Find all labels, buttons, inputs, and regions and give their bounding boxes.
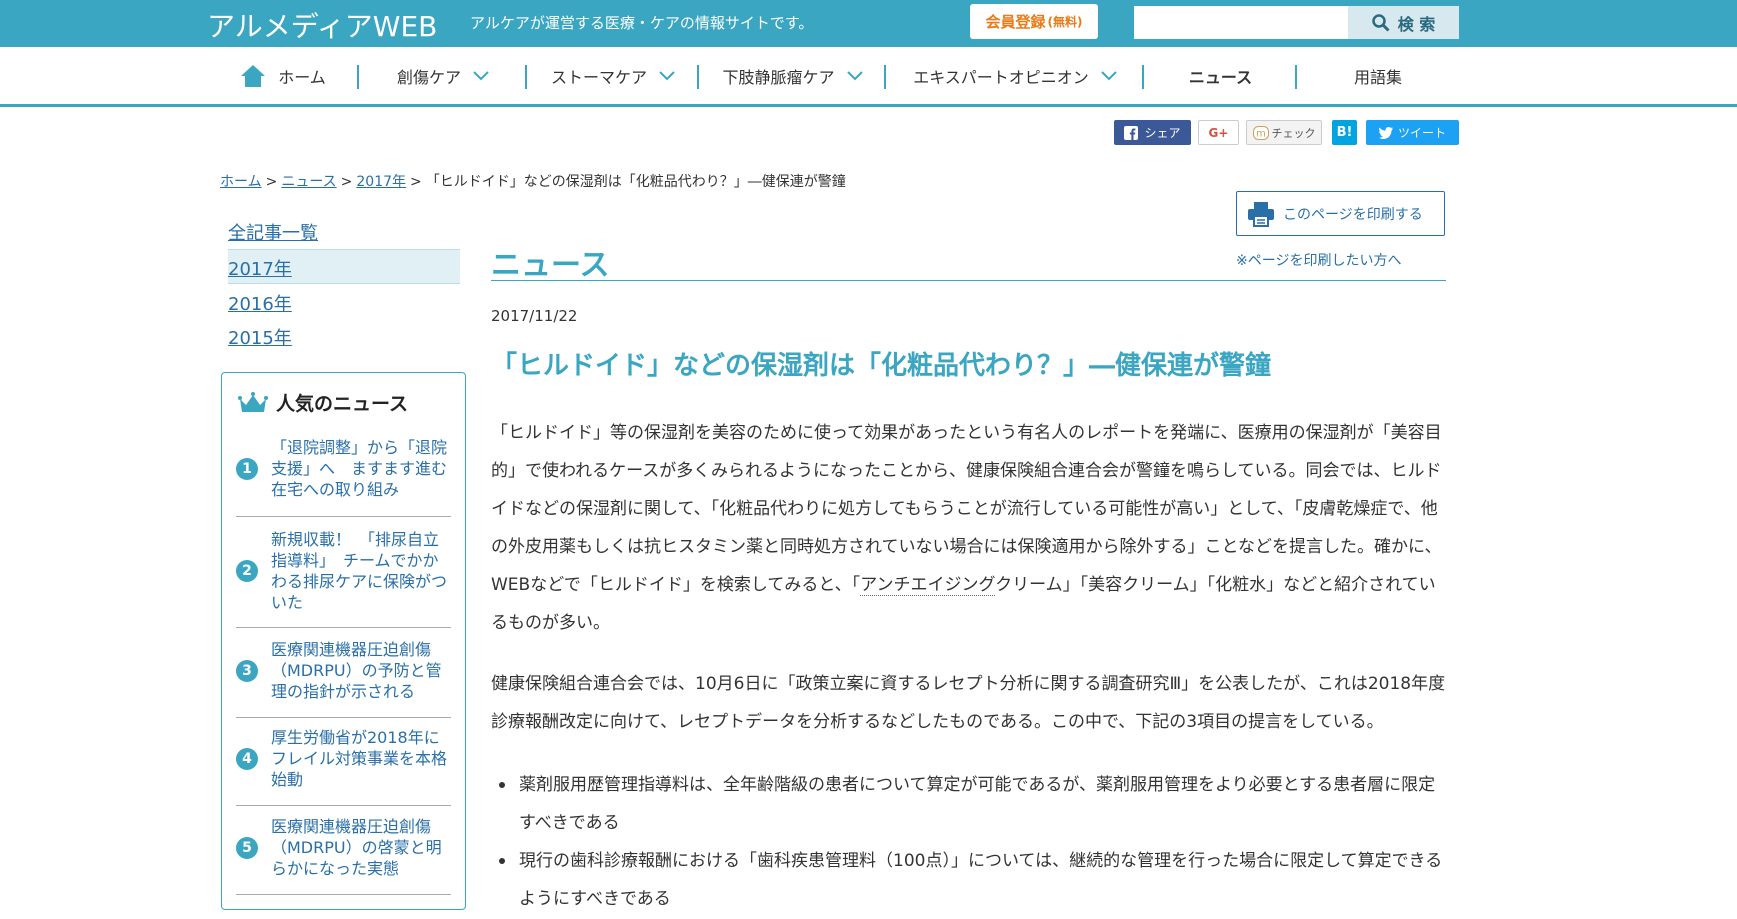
print-help-link[interactable]: ※ページを印刷したい方へ [1236,250,1401,270]
popular-item-text: 「退院調整」から「退院支援」へ ますます進む在宅への取り組み [271,438,448,499]
popular-news-title: 人気のニュース [238,389,408,416]
breadcrumb-current: 「ヒルドイド」などの保湿剤は「化粧品代わり？」―健保連が警鐘 [425,174,846,190]
search-button[interactable]: 検 索 [1348,6,1459,39]
nav-glossary-label: 用語集 [1353,67,1402,87]
breadcrumb-home[interactable]: ホーム [220,174,262,190]
article-paragraph-2: 健康保険組合連合会では、10月6日に「政策立案に資するレセプト分析に関する調査研… [491,674,1446,732]
glossary-link-anti-aging[interactable]: アンチエイジング [860,575,996,596]
facebook-share-label: シェア [1144,126,1181,140]
article-paragraph-1: 「ヒルドイド」等の保湿剤を美容のために使って効果があったという有名人のレポートを… [491,414,1446,642]
nav-expert-opinion[interactable]: エキスパートオピニオン [886,47,1144,104]
popular-item-3[interactable]: 3 医療関連機器圧迫創傷（MDRPU）の予防と管理の指針が示される [236,639,451,702]
nav-home[interactable]: ホーム [207,47,359,104]
chevron-down-icon [659,70,675,80]
breadcrumb-year[interactable]: 2017年 [356,174,406,190]
list-item: 現行の歯科診療報酬における「歯科疾患管理料（100点）」については、継続的な管理… [491,842,1446,918]
nav-wound-care[interactable]: 創傷ケア [359,47,527,104]
mixi-check-label: チェック [1271,126,1316,140]
chevron-down-icon [1101,70,1117,80]
popular-item-2[interactable]: 2 新規収載！ 「排尿自立指導料」 チームでかかわる排尿ケアに保険がついた [236,529,451,613]
rank-badge: 1 [236,457,258,480]
sidebar-link-all-articles[interactable]: 全記事一覧 [228,219,318,245]
nav-home-label: ホーム [278,67,326,87]
nav-stoma-care[interactable]: ストーマケア [527,47,699,104]
site-tagline: アルケアが運営する医療・ケアの情報サイトです。 [470,14,814,32]
sidebar-link-2017[interactable]: 2017年 [228,255,292,281]
search-button-label: 検 索 [1397,14,1436,34]
popular-item-text: 医療関連機器圧迫創傷（MDRPU）の啓蒙と明らかになった実態 [271,817,442,878]
breadcrumb: ホーム > ニュース >2017年 > 「ヒルドイド」などの保湿剤は「化粧品代わり？」―健… [220,174,846,190]
popular-item-5[interactable]: 5 医療関連機器圧迫創傷（MDRPU）の啓蒙と明らかになった実態 [236,816,451,879]
crown-icon [238,391,268,412]
nav-news[interactable]: ニュース [1144,47,1297,104]
article-title: 「ヒルドイド」などの保湿剤は「化粧品代わり？」―健保連が警鐘 [491,351,1272,381]
popular-item-text: 厚生労働省が2018年にフレイル対策事業を本格始動 [271,728,448,789]
nav-glossary[interactable]: 用語集 [1297,47,1459,104]
breadcrumb-news[interactable]: ニュース [281,174,336,190]
twitter-icon [1378,126,1393,139]
printer-icon [1248,201,1274,227]
register-note: (無料) [1047,15,1083,29]
mixi-icon: m [1252,125,1269,140]
twitter-tweet-label: ツイート [1397,126,1446,140]
top-bar: アルメディアWEB アルケアが運営する医療・ケアの情報サイトです。 会員登録 (無… [0,0,1737,47]
google-plus-label: G+ [1208,125,1229,140]
article-date: 2017/11/22 [491,307,578,325]
rank-badge: 3 [236,659,258,682]
search-icon [1371,13,1390,32]
popular-item-1[interactable]: 1 「退院調整」から「退院支援」へ ますます進む在宅への取り組み [236,437,451,500]
nav-wound-care-label: 創傷ケア [396,67,461,87]
register-button[interactable]: 会員登録 (無料) [970,4,1098,39]
facebook-icon [1124,125,1139,140]
rank-badge: 5 [236,836,258,859]
twitter-tweet-button[interactable]: ツイート [1366,120,1459,145]
chevron-down-icon [846,70,863,80]
popular-news-box: 人気のニュース 1 「退院調整」から「退院支援」へ ますます進む在宅への取り組み… [221,372,466,910]
popular-news-heading: 人気のニュース [276,393,409,415]
popular-item-4[interactable]: 4 厚生労働省が2018年にフレイル対策事業を本格始動 [236,727,451,790]
mixi-check-button[interactable]: m チェック [1246,120,1322,145]
chevron-down-icon [473,70,489,80]
search-input[interactable] [1134,6,1348,39]
google-plus-button[interactable]: G+ [1198,120,1239,145]
nav-varicose-care[interactable]: 下肢静脈瘤ケア [699,47,886,104]
sidebar-link-2015[interactable]: 2015年 [228,324,292,350]
rank-badge: 4 [236,747,258,770]
hatena-bookmark-button[interactable]: B! [1332,120,1357,145]
print-page-button[interactable]: このページを印刷する [1236,191,1445,236]
nav-stoma-care-label: ストーマケア [550,67,647,87]
popular-item-text: 医療関連機器圧迫創傷（MDRPU）の予防と管理の指針が示される [271,640,442,701]
nav-news-label: ニュース [1188,67,1253,87]
home-icon [241,64,266,87]
hatena-bookmark-label: B! [1336,125,1353,140]
section-title: ニュース [491,248,610,283]
recommendation-list: 薬剤服用歴管理指導料は、全年齢階級の患者について算定が可能であるが、薬剤服用管理… [491,766,1446,918]
svg-text:m: m [1256,128,1266,139]
print-page-label: このページを印刷する [1283,206,1423,223]
nav-expert-opinion-label: エキスパートオピニオン [913,67,1089,87]
popular-item-text: 新規収載！ 「排尿自立指導料」 チームでかかわる排尿ケアに保険がついた [271,530,448,612]
site-logo[interactable]: アルメディアWEB [207,5,437,45]
list-item: 薬剤服用歴管理指導料は、全年齢階級の患者について算定が可能であるが、薬剤服用管理… [491,766,1446,842]
section-title-underline [491,280,1446,281]
nav-varicose-care-label: 下肢静脈瘤ケア [722,67,835,87]
facebook-share-button[interactable]: シェア [1114,120,1191,145]
paragraph-1-text-a: 「ヒルドイド」等の保湿剤を美容のために使って効果があったという有名人のレポートを… [491,423,1442,595]
main-nav: ホーム 創傷ケア ストーマケア 下肢静脈瘤ケア エキスパートオピニオン ニュース… [207,47,1459,107]
rank-badge: 2 [236,560,258,582]
sidebar-link-2016[interactable]: 2016年 [228,290,292,316]
register-label: 会員登録 [985,13,1046,31]
